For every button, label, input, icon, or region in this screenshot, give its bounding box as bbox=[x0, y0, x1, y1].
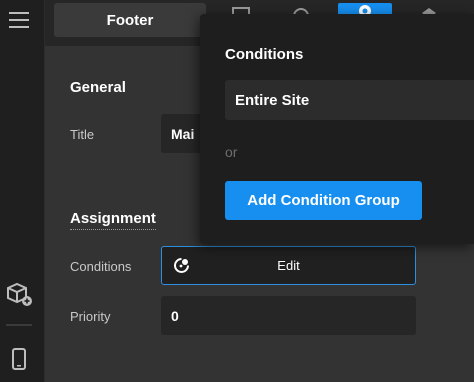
assignment-heading: Assignment bbox=[70, 210, 156, 230]
edit-label: Edit bbox=[277, 258, 300, 273]
conditions-label: Conditions bbox=[70, 259, 132, 274]
conditions-edit-button[interactable]: Edit bbox=[161, 246, 416, 285]
condition-item-entire-site[interactable]: Entire Site bbox=[225, 80, 474, 120]
tab-footer[interactable]: Footer bbox=[54, 3, 206, 37]
rail-divider bbox=[6, 324, 32, 326]
mobile-device-icon[interactable] bbox=[4, 344, 34, 374]
title-label: Title bbox=[70, 127, 95, 142]
general-heading: General bbox=[70, 79, 126, 96]
conditions-popover: Conditions Entire Site or Add Condition … bbox=[200, 14, 474, 244]
hamburger-menu-icon[interactable] bbox=[4, 5, 34, 35]
popover-title: Conditions bbox=[225, 46, 304, 63]
priority-label: Priority bbox=[70, 309, 111, 324]
or-separator: or bbox=[225, 144, 238, 160]
priority-input[interactable]: 0 bbox=[161, 296, 416, 335]
icon-rail bbox=[0, 0, 45, 382]
add-condition-group-button[interactable]: Add Condition Group bbox=[225, 181, 422, 220]
add-components-icon[interactable] bbox=[4, 279, 34, 309]
